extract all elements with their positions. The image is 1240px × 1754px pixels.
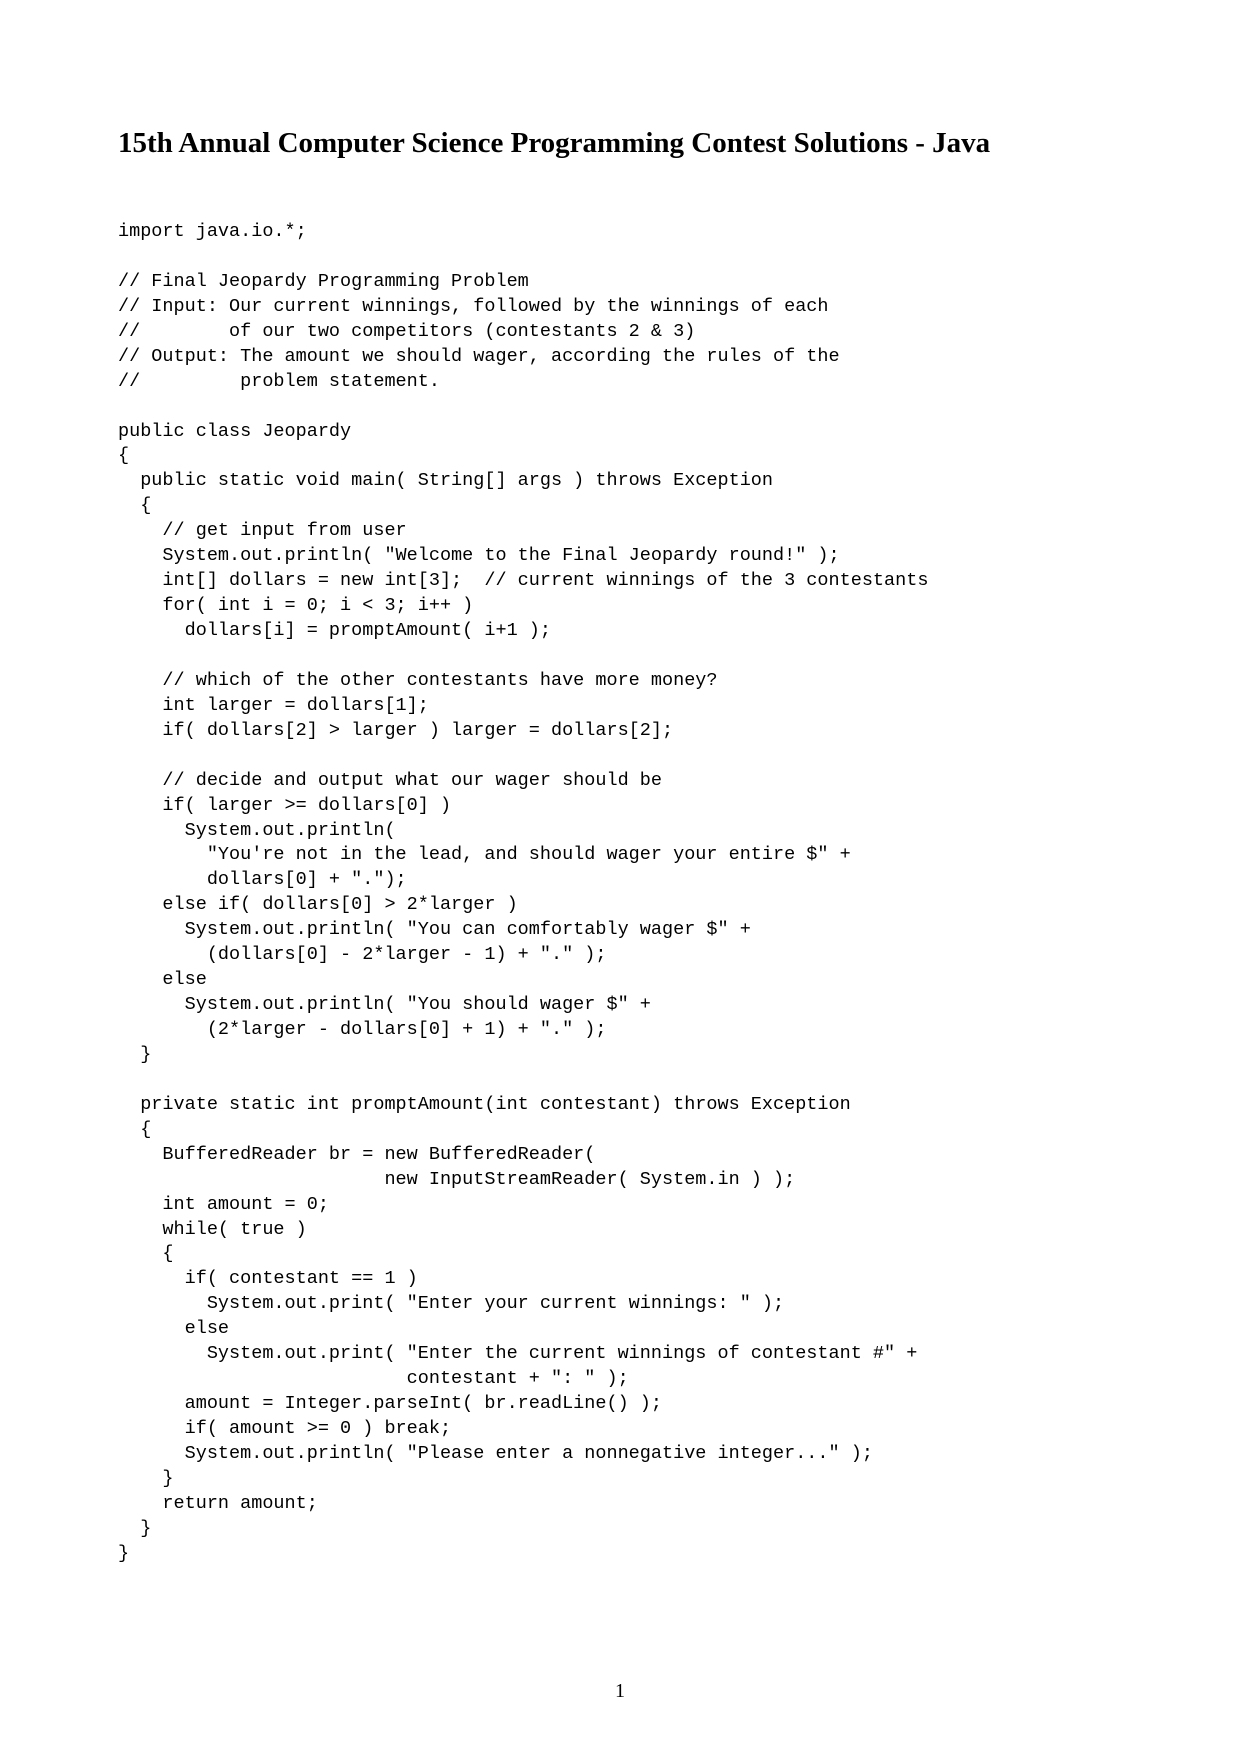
document-title: 15th Annual Computer Science Programming… [118,127,991,159]
code-line: { [118,1118,152,1140]
code-line: (2*larger - dollars[0] + 1) + "." ); [118,1019,607,1040]
code-line: else [118,969,207,991]
code-line: dollars[i] = promptAmount( i+1 ); [118,620,551,641]
code-line: return amount; [118,1492,318,1514]
code-line: System.out.print( "Enter your current wi… [118,1293,785,1315]
code-line: } [118,1043,152,1065]
code-line: public static void main( String[] args )… [118,470,774,492]
code-line: else [118,1318,230,1340]
code-line: while( true ) [118,1218,307,1240]
code-line: dollars[0] + "."); [118,869,407,891]
code-line: private static int promptAmount(int cont… [118,1093,851,1115]
code-line: // Output: The amount we should wager, a… [118,345,840,367]
code-line: BufferedReader br = new BufferedReader( [118,1143,596,1165]
code-line: System.out.println( "Welcome to the Fina… [118,545,840,567]
code-line: int larger = dollars[1]; [118,694,429,716]
code-line: // which of the other contestants have m… [118,669,718,691]
code-line: { [118,1243,174,1265]
code-line: if( contestant == 1 ) [118,1268,418,1290]
code-line: "You're not in the lead, and should wage… [118,844,851,866]
code-line: } [118,1467,174,1489]
code-line: contestant + ": " ); [118,1368,629,1390]
code-line: } [118,1517,152,1539]
code-line: if( amount >= 0 ) break; [118,1418,452,1439]
code-line: else if( dollars[0] > 2*larger ) [118,894,518,916]
code-line: // get input from user [118,520,407,542]
code-line: amount = Integer.parseInt( br.readLine()… [118,1393,662,1415]
code-listing: import java.io.*; // Final Jeopardy Prog… [118,220,928,1567]
code-line: { [118,445,130,467]
code-line: System.out.println( "Please enter a nonn… [118,1442,873,1464]
page-number: 1 [615,1680,625,1702]
code-line: System.out.println( "You should wager $"… [118,994,651,1016]
code-line: System.out.println( "You can comfortably… [118,919,751,941]
code-line: System.out.print( "Enter the current win… [118,1343,918,1365]
code-line: { [118,495,152,517]
code-line: int[] dollars = new int[3]; // current w… [118,570,929,592]
code-line: new InputStreamReader( System.in ) ); [118,1168,796,1190]
code-line: // Final Jeopardy Programming Problem [118,270,529,292]
code-line: for( int i = 0; i < 3; i++ ) [118,595,474,617]
code-line: public class Jeopardy [118,420,352,442]
code-line: // of our two competitors (contestants 2… [118,320,696,342]
code-line: import java.io.*; [118,221,307,242]
code-line: int amount = 0; [118,1193,329,1215]
code-line: } [118,1542,130,1564]
code-line: // decide and output what our wager shou… [118,769,662,791]
code-line: System.out.println( [118,819,396,841]
code-line: if( dollars[2] > larger ) larger = dolla… [118,719,674,741]
code-line: (dollars[0] - 2*larger - 1) + "." ); [118,944,607,966]
code-line: if( larger >= dollars[0] ) [118,794,452,816]
code-line: // Input: Our current winnings, followed… [118,295,829,317]
code-line: // problem statement. [118,370,440,392]
